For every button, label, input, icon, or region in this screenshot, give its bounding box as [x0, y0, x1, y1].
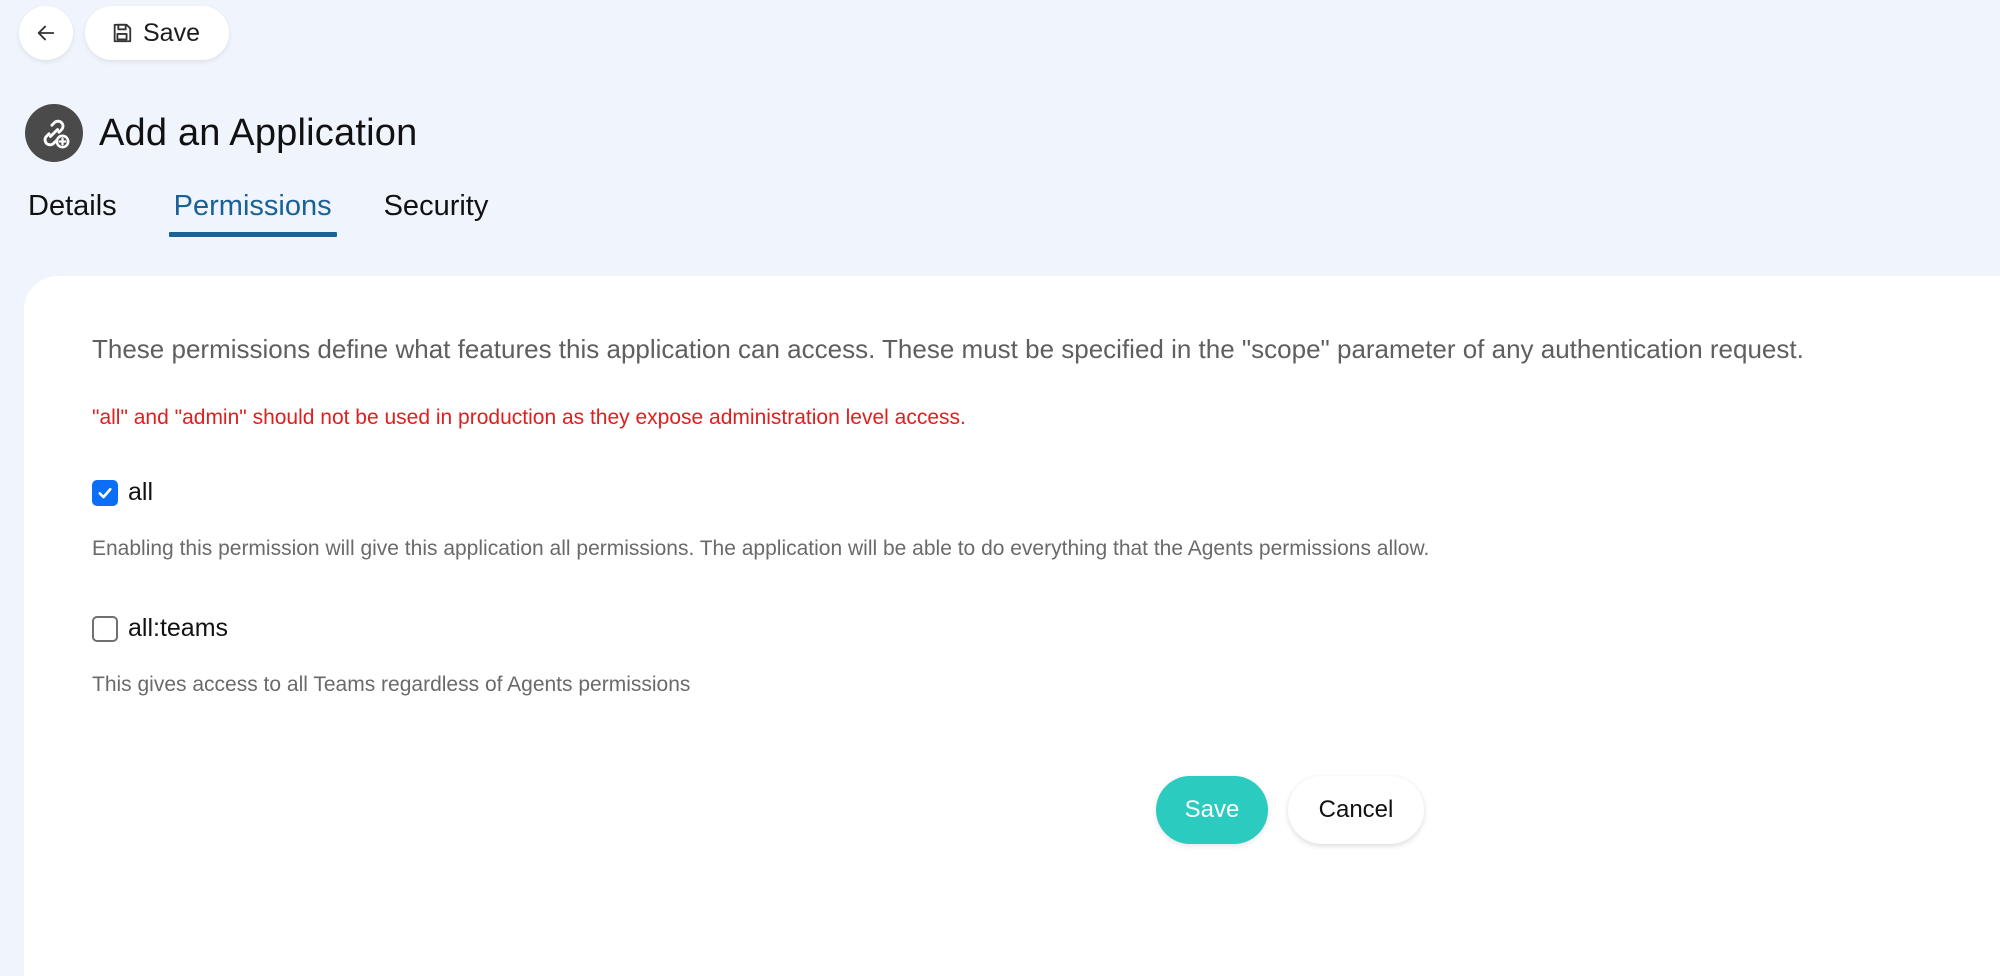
checkbox-all-teams[interactable]	[92, 615, 118, 642]
page-title: Add an Application	[99, 111, 418, 154]
floppy-disk-icon	[113, 23, 132, 43]
toolbar-save-label: Save	[143, 18, 200, 47]
production-warning: "all" and "admin" should not be used in …	[92, 406, 966, 429]
tab-details[interactable]: Details	[28, 190, 117, 237]
permission-label: all	[128, 478, 154, 506]
permission-toggle-all[interactable]: all	[92, 478, 1429, 507]
checkbox-all[interactable]	[92, 479, 118, 506]
permission-description: This gives access to all Teams regardles…	[92, 673, 691, 696]
permission-item-all-teams: all:teams This gives access to all Teams…	[92, 614, 690, 697]
tab-bar: Details Permissions Security	[28, 190, 540, 237]
tab-permissions[interactable]: Permissions	[168, 190, 337, 237]
top-toolbar: Save	[19, 6, 229, 60]
permission-label: all:teams	[128, 614, 229, 642]
save-button[interactable]: Save	[1156, 776, 1268, 844]
arrow-left-icon	[37, 25, 55, 41]
toolbar-save-button[interactable]: Save	[85, 6, 229, 60]
link-add-icon	[25, 104, 83, 162]
cancel-button[interactable]: Cancel	[1288, 776, 1424, 844]
page-header: Add an Application	[25, 104, 417, 162]
checkmark-icon	[98, 487, 112, 498]
permission-description: Enabling this permission will give this …	[92, 537, 1430, 560]
permission-toggle-all-teams[interactable]: all:teams	[92, 614, 690, 643]
form-actions: Save Cancel	[1156, 776, 1424, 844]
permission-item-all: all Enabling this permission will give t…	[92, 478, 1429, 561]
tab-security[interactable]: Security	[384, 190, 489, 237]
permissions-card: These permissions define what features t…	[24, 276, 2000, 976]
back-button[interactable]	[19, 6, 73, 60]
permissions-intro: These permissions define what features t…	[92, 334, 1804, 364]
